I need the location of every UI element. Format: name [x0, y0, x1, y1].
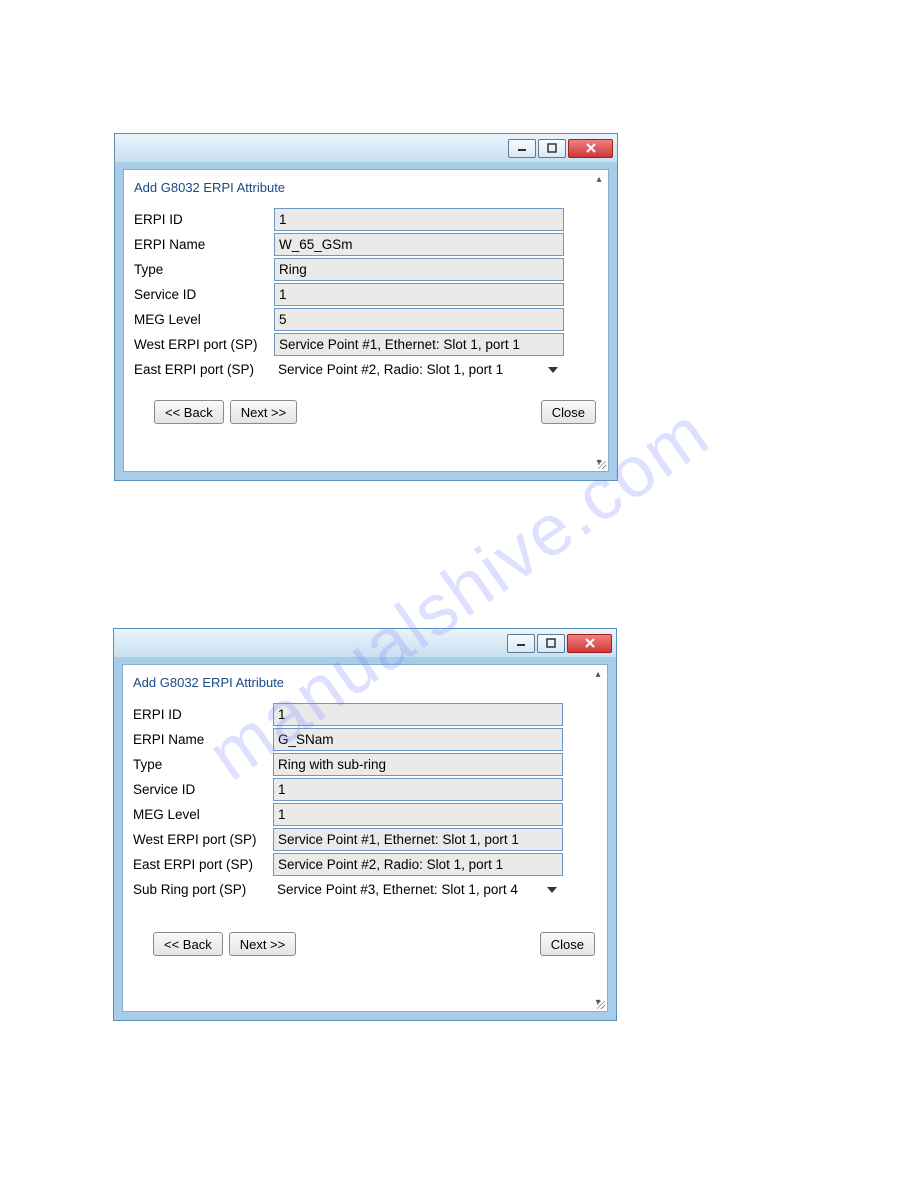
west-erpi-port-value: Service Point #1, Ethernet: Slot 1, port… — [273, 828, 563, 851]
west-erpi-port-label: West ERPI port (SP) — [133, 832, 271, 847]
meg-level-value: 1 — [273, 803, 563, 826]
titlebar — [115, 134, 617, 162]
titlebar — [114, 629, 616, 657]
dialog-window-1: ▴ Add G8032 ERPI Attribute ERPI ID 1 ERP… — [114, 133, 618, 481]
erpi-id-label: ERPI ID — [133, 707, 271, 722]
east-erpi-port-selected: Service Point #2, Radio: Slot 1, port 1 — [278, 362, 503, 377]
close-window-button[interactable] — [567, 634, 612, 653]
erpi-name-label: ERPI Name — [133, 732, 271, 747]
service-id-label: Service ID — [133, 782, 271, 797]
page-title: Add G8032 ERPI Attribute — [123, 665, 607, 702]
content-panel: ▴ Add G8032 ERPI Attribute ERPI ID 1 ERP… — [123, 169, 609, 472]
dialog-window-2: ▴ Add G8032 ERPI Attribute ERPI ID 1 ERP… — [113, 628, 617, 1021]
scroll-up-arrow[interactable]: ▴ — [591, 667, 605, 681]
resize-grip[interactable] — [594, 998, 606, 1010]
type-value: Ring with sub-ring — [273, 753, 563, 776]
erpi-id-label: ERPI ID — [134, 212, 272, 227]
service-id-value: 1 — [274, 283, 564, 306]
erpi-name-value: G_SNam — [273, 728, 563, 751]
service-id-value: 1 — [273, 778, 563, 801]
east-erpi-port-label: East ERPI port (SP) — [133, 857, 271, 872]
erpi-name-label: ERPI Name — [134, 237, 272, 252]
meg-level-label: MEG Level — [134, 312, 272, 327]
meg-level-label: MEG Level — [133, 807, 271, 822]
back-button[interactable]: << Back — [154, 400, 224, 424]
east-erpi-port-label: East ERPI port (SP) — [134, 362, 272, 377]
maximize-button[interactable] — [538, 139, 566, 158]
close-window-button[interactable] — [568, 139, 613, 158]
chevron-down-icon — [547, 887, 557, 893]
type-label: Type — [133, 757, 271, 772]
page-title: Add G8032 ERPI Attribute — [124, 170, 608, 207]
next-button[interactable]: Next >> — [230, 400, 298, 424]
back-button[interactable]: << Back — [153, 932, 223, 956]
west-erpi-port-label: West ERPI port (SP) — [134, 337, 272, 352]
sub-ring-port-label: Sub Ring port (SP) — [133, 882, 271, 897]
close-button[interactable]: Close — [540, 932, 595, 956]
minimize-button[interactable] — [507, 634, 535, 653]
scroll-up-arrow[interactable]: ▴ — [592, 172, 606, 186]
erpi-name-value: W_65_GSm — [274, 233, 564, 256]
erpi-id-value: 1 — [273, 703, 563, 726]
service-id-label: Service ID — [134, 287, 272, 302]
meg-level-value: 5 — [274, 308, 564, 331]
erpi-id-value: 1 — [274, 208, 564, 231]
next-button[interactable]: Next >> — [229, 932, 297, 956]
content-panel: ▴ Add G8032 ERPI Attribute ERPI ID 1 ERP… — [122, 664, 608, 1012]
east-erpi-port-select[interactable]: Service Point #2, Radio: Slot 1, port 1 — [274, 358, 564, 381]
maximize-button[interactable] — [537, 634, 565, 653]
minimize-button[interactable] — [508, 139, 536, 158]
chevron-down-icon — [548, 367, 558, 373]
sub-ring-port-select[interactable]: Service Point #3, Ethernet: Slot 1, port… — [273, 878, 563, 901]
east-erpi-port-value: Service Point #2, Radio: Slot 1, port 1 — [273, 853, 563, 876]
sub-ring-port-selected: Service Point #3, Ethernet: Slot 1, port… — [277, 882, 518, 897]
type-label: Type — [134, 262, 272, 277]
resize-grip[interactable] — [595, 458, 607, 470]
type-value: Ring — [274, 258, 564, 281]
close-button[interactable]: Close — [541, 400, 596, 424]
west-erpi-port-value: Service Point #1, Ethernet: Slot 1, port… — [274, 333, 564, 356]
